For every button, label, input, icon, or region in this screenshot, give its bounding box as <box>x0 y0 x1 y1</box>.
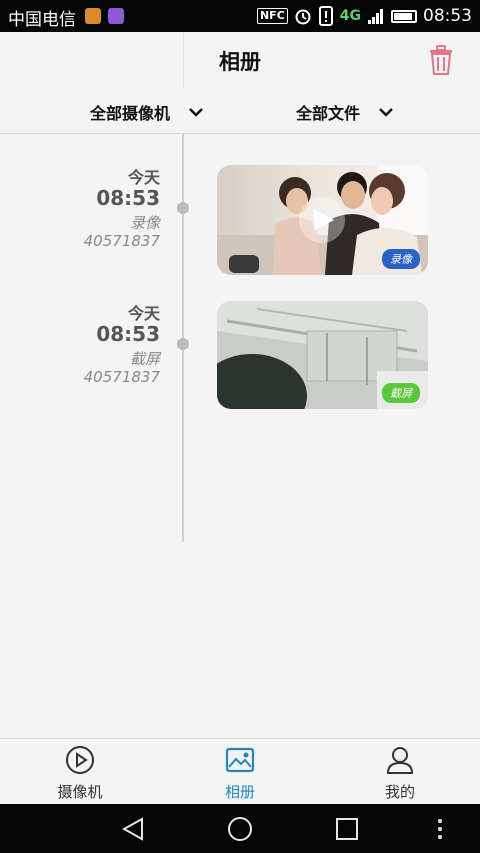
page-title: 相册 <box>219 50 261 74</box>
nav-item-cameras[interactable]: 摄像机 <box>0 739 160 805</box>
nav-item-album[interactable]: 相册 <box>160 739 320 805</box>
signal-icon <box>368 9 383 24</box>
app-notification-icon <box>85 8 101 24</box>
entry-type: 截屏 <box>129 350 160 368</box>
file-filter-label: 全部文件 <box>296 104 361 123</box>
status-bar: 中国电信 NFC 4G 08:53 <box>0 0 480 32</box>
more-options-icon[interactable] <box>436 818 444 840</box>
filter-bar: 全部摄像机 全部文件 <box>0 88 480 134</box>
play-circle-icon <box>66 746 94 774</box>
gallery-notification-icon <box>108 8 124 24</box>
entry-day: 今天 <box>127 304 160 323</box>
back-icon[interactable] <box>120 816 146 842</box>
camera-filter-dropdown[interactable]: 全部摄像机 <box>90 100 204 124</box>
nav-label-album: 相册 <box>224 783 255 801</box>
system-navigation-bar <box>0 804 480 853</box>
entry-device-id: 40571837 <box>83 232 160 250</box>
carrier-label: 中国电信 <box>8 10 76 30</box>
bottom-navigation: 摄像机 相册 我的 <box>0 738 480 804</box>
battery-icon <box>391 9 417 23</box>
header-divider <box>183 32 184 88</box>
entry-type: 录像 <box>129 214 160 232</box>
camera-filter-label: 全部摄像机 <box>90 104 171 123</box>
entry-time: 08:53 <box>96 186 160 210</box>
alarm-icon <box>295 9 311 25</box>
video-badge: 录像 <box>382 249 420 269</box>
entry-time: 08:53 <box>96 322 160 346</box>
chevron-down-icon <box>189 108 203 117</box>
entry-device-id: 40571837 <box>83 368 160 386</box>
nav-label-profile: 我的 <box>384 783 415 801</box>
nfc-icon: NFC <box>256 8 288 24</box>
nav-item-profile[interactable]: 我的 <box>320 739 480 805</box>
entry-day: 今天 <box>127 168 160 187</box>
clock: 08:53 <box>423 6 472 26</box>
trash-icon[interactable] <box>426 44 456 76</box>
video-thumbnail[interactable]: 录像 <box>217 165 428 275</box>
network-4g-icon: 4G <box>339 8 361 24</box>
recent-apps-icon[interactable] <box>335 817 359 841</box>
chevron-down-icon <box>379 108 393 117</box>
person-icon <box>386 747 414 774</box>
nav-label-cameras: 摄像机 <box>57 783 103 801</box>
timeline-dot <box>177 202 189 214</box>
alert-icon <box>318 6 333 26</box>
timeline-dot <box>177 338 189 350</box>
screenshot-thumbnail[interactable]: 截屏 <box>217 301 428 409</box>
file-filter-dropdown[interactable]: 全部文件 <box>296 100 394 124</box>
app-header: 相册 <box>0 32 480 88</box>
home-icon[interactable] <box>227 816 253 842</box>
screenshot-badge: 截屏 <box>382 383 420 403</box>
photo-album-icon <box>225 747 255 773</box>
